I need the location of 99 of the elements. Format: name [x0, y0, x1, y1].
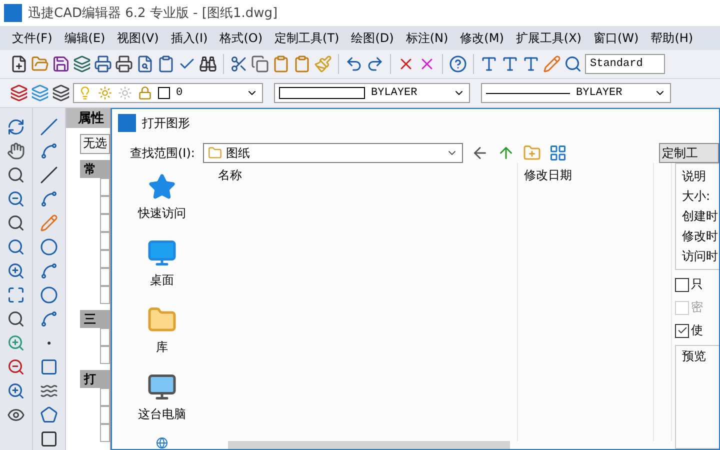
property-group[interactable]: 常 — [80, 160, 110, 178]
save-icon[interactable] — [52, 55, 70, 73]
menu-item[interactable]: 文件(F) — [6, 30, 58, 46]
scrollbar-thumb[interactable] — [228, 441, 510, 449]
computer-icon — [147, 372, 177, 402]
redo-icon[interactable] — [366, 55, 384, 73]
linetype-dropdown[interactable]: BYLAYER — [481, 83, 671, 103]
zoom-icon[interactable] — [7, 166, 25, 184]
field-label: 创建时 — [682, 208, 719, 225]
menu-item[interactable]: 绘图(D) — [345, 30, 400, 46]
refresh-icon[interactable] — [7, 118, 25, 136]
dialog-title: 打开图形 — [142, 114, 190, 132]
line-icon[interactable] — [40, 118, 58, 136]
eye-icon[interactable] — [7, 406, 25, 424]
new-file-icon[interactable] — [10, 55, 28, 73]
look-in-label: 查找范围(I): — [130, 144, 195, 162]
checkbox[interactable] — [675, 324, 689, 338]
binoculars-icon[interactable] — [199, 55, 217, 73]
place-item[interactable]: 快速访问 — [134, 171, 190, 224]
pencil-icon[interactable] — [543, 55, 561, 73]
spline-icon[interactable] — [40, 190, 58, 208]
copy-icon[interactable] — [251, 55, 269, 73]
menu-item[interactable]: 窗口(W) — [587, 30, 645, 46]
menu-item[interactable]: 标注(N) — [400, 30, 454, 46]
paste-icon[interactable] — [272, 55, 290, 73]
layers-icon[interactable] — [10, 84, 28, 102]
menu-item[interactable]: 修改(M) — [454, 30, 510, 46]
checkbox-label: 密 — [691, 299, 703, 316]
field-label: 修改时 — [682, 228, 719, 245]
zoom-out-icon[interactable] — [7, 358, 25, 376]
place-item[interactable]: 库 — [143, 303, 181, 358]
text-icon[interactable] — [501, 55, 519, 73]
layers-icon[interactable] — [73, 55, 91, 73]
field-label: 访问时 — [682, 248, 719, 265]
menu-item[interactable]: 定制工具(T) — [268, 30, 346, 46]
zoom-in-icon[interactable] — [7, 382, 25, 400]
monitor-icon — [147, 238, 177, 268]
circle-icon[interactable] — [40, 238, 58, 256]
folder-name: 图纸 — [226, 144, 250, 162]
checkbox[interactable] — [675, 278, 689, 292]
arc-icon[interactable] — [40, 262, 58, 280]
menu-item[interactable]: 插入(I) — [164, 30, 214, 46]
column-header[interactable]: 修改日期 — [518, 163, 654, 441]
help-icon[interactable] — [449, 55, 467, 73]
scissors-icon[interactable] — [230, 55, 248, 73]
selection-dropdown[interactable]: 无选 — [80, 134, 110, 154]
text-style-dropdown[interactable]: Standard — [585, 54, 665, 74]
group-title: 预览 — [682, 349, 706, 363]
custom-tools-button[interactable]: 定制工 — [659, 143, 719, 163]
color-dropdown[interactable]: BYLAYER — [274, 83, 470, 103]
zoom-icon[interactable] — [7, 214, 25, 232]
menu-item[interactable]: 编辑(E) — [58, 30, 112, 46]
color-swatch — [158, 87, 170, 99]
zoom-icon[interactable] — [7, 238, 25, 256]
menu-item[interactable]: 帮助(H) — [644, 30, 700, 46]
text-icon[interactable] — [480, 55, 498, 73]
print-preview-icon[interactable] — [136, 55, 154, 73]
zoom-in-icon[interactable] — [7, 334, 25, 352]
app-logo — [4, 4, 22, 22]
linetype-name: BYLAYER — [576, 87, 624, 99]
layers-icon[interactable] — [52, 84, 70, 102]
printer-icon[interactable] — [115, 55, 133, 73]
checkbox-label: 只 — [691, 276, 703, 293]
group-title: 说明 — [682, 168, 707, 185]
zoom-in-icon[interactable] — [7, 262, 25, 280]
place-item[interactable]: 这台电脑 — [134, 370, 190, 425]
check-mark-icon — [676, 325, 688, 336]
double-line-icon[interactable] — [40, 166, 58, 184]
star-icon — [148, 173, 176, 201]
search-icon[interactable] — [564, 55, 582, 73]
undo-icon[interactable] — [345, 55, 363, 73]
rectangle-icon[interactable] — [40, 358, 58, 376]
panel-title: 属性 — [66, 108, 110, 128]
field-label: 大小: — [682, 188, 712, 205]
clipboard-icon[interactable] — [157, 55, 175, 73]
checkbox-label: 使 — [691, 322, 703, 339]
place-item[interactable]: 桌面 — [143, 236, 181, 291]
menu-item[interactable]: 视图(V) — [111, 30, 165, 46]
layer-dropdown[interactable]: 0 — [73, 83, 263, 103]
color-name: BYLAYER — [371, 87, 418, 99]
layer-name: 0 — [176, 87, 184, 99]
polyline-icon[interactable] — [40, 142, 58, 160]
clipboard-icon[interactable] — [293, 55, 311, 73]
ellipse-icon[interactable] — [40, 286, 58, 304]
property-group[interactable]: 三 — [80, 310, 110, 328]
menu-item[interactable]: 扩展工具(X) — [510, 30, 588, 46]
window-title: 迅捷CAD编辑器 6.2 专业版 - [图纸1.dwg] — [28, 5, 278, 22]
hand-icon[interactable] — [7, 142, 25, 160]
lock-icon[interactable] — [138, 86, 152, 100]
pentagon-icon[interactable] — [40, 406, 58, 424]
arc-icon[interactable] — [40, 310, 58, 328]
property-group[interactable]: 打 — [80, 370, 110, 388]
zoom-icon[interactable] — [7, 310, 25, 328]
pencil-icon[interactable] — [40, 214, 58, 232]
text-icon[interactable] — [522, 55, 540, 73]
menu-item[interactable]: 格式(O) — [214, 30, 269, 46]
zoom-out-icon[interactable] — [7, 190, 25, 208]
app-logo — [118, 114, 136, 132]
printer-icon[interactable] — [94, 55, 112, 73]
